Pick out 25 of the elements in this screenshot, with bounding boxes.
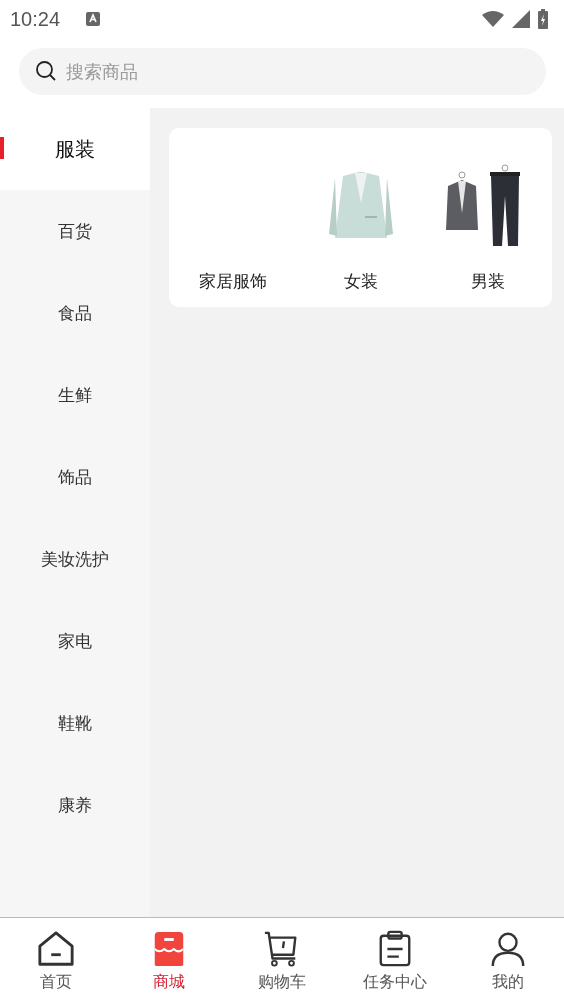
battery-icon <box>538 9 548 29</box>
category-item[interactable]: 康养 <box>0 764 150 846</box>
tab-item[interactable]: 购物车 <box>225 918 339 1004</box>
tab-item[interactable]: 商城 <box>112 918 226 1004</box>
subcategory-label[interactable]: 家居服饰 <box>198 270 267 293</box>
home-icon <box>37 929 76 968</box>
tab-item[interactable]: 任务中心 <box>338 918 452 1004</box>
category-item[interactable]: 饰品 <box>0 436 150 518</box>
subcategory-label[interactable]: 男装 <box>471 270 506 293</box>
keyboard-icon <box>86 12 101 26</box>
subcategory-label[interactable]: 女装 <box>343 270 378 293</box>
signal-icon <box>512 10 530 28</box>
category-item[interactable]: 生鲜 <box>0 354 150 436</box>
search-field[interactable]: 搜索商品 <box>19 48 546 95</box>
category-item[interactable]: 家电 <box>0 600 150 682</box>
category-item[interactable]: 鞋靴 <box>0 682 150 764</box>
status-time: 10:24 <box>10 7 61 31</box>
category-item[interactable]: 百货 <box>0 190 150 272</box>
wifi-icon <box>482 11 504 27</box>
tab-item[interactable]: 我的 <box>451 918 564 1004</box>
tab-item[interactable]: 首页 <box>0 918 113 1004</box>
category-item[interactable]: 服装 <box>0 108 150 190</box>
category-item[interactable]: 食品 <box>0 272 150 354</box>
category-item[interactable]: 美妆洗护 <box>0 518 150 600</box>
search-icon <box>35 60 57 82</box>
